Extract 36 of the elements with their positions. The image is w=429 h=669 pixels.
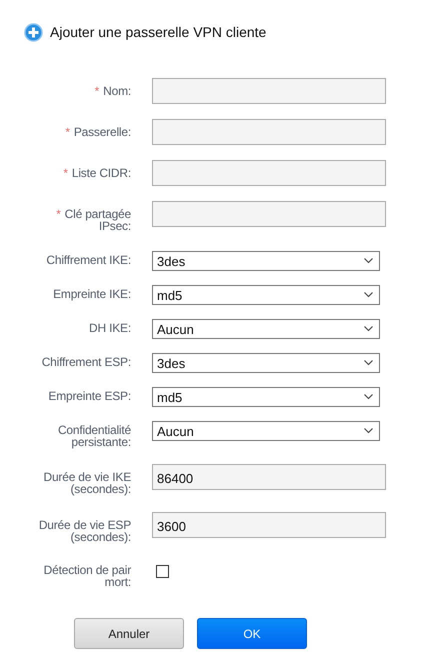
cancel-button[interactable]: Annuler bbox=[74, 618, 184, 649]
field-label: Durée de vie ESP (secondes): bbox=[38, 519, 131, 543]
field-label: Empreinte IKE: bbox=[53, 288, 131, 300]
dropdown[interactable]: 3des bbox=[152, 353, 380, 373]
ok-button[interactable]: OK bbox=[197, 618, 307, 649]
chevron-down-icon bbox=[364, 258, 373, 264]
field-label: Détection de pair mort: bbox=[42, 564, 131, 588]
chevron-down-icon bbox=[364, 394, 373, 400]
dialog-title: Ajouter une passerelle VPN cliente bbox=[50, 24, 266, 40]
field-label: Chiffrement IKE: bbox=[46, 254, 131, 266]
text-field[interactable]: 86400 bbox=[152, 464, 386, 490]
text-field[interactable] bbox=[152, 201, 386, 227]
chevron-down-icon bbox=[364, 360, 373, 366]
add-icon bbox=[24, 22, 43, 42]
field-label: DH IKE: bbox=[89, 322, 131, 334]
checkbox[interactable] bbox=[156, 565, 169, 578]
dropdown[interactable]: Aucun bbox=[152, 421, 380, 441]
field-label: Confidentialité persistante: bbox=[56, 424, 131, 448]
chevron-down-icon bbox=[364, 428, 373, 434]
field-label: * Liste CIDR: bbox=[63, 167, 131, 179]
text-field[interactable] bbox=[152, 78, 386, 104]
field-label: Empreinte ESP: bbox=[48, 390, 131, 402]
field-label: * Passerelle: bbox=[65, 126, 131, 138]
chevron-down-icon bbox=[364, 326, 373, 332]
dropdown[interactable]: md5 bbox=[152, 387, 380, 407]
text-field[interactable]: 3600 bbox=[152, 512, 386, 538]
dropdown[interactable]: 3des bbox=[152, 251, 380, 271]
field-label: * Clé partagée IPsec: bbox=[55, 208, 131, 232]
chevron-down-icon bbox=[364, 292, 373, 298]
text-field[interactable] bbox=[152, 160, 386, 186]
field-label: Chiffrement ESP: bbox=[42, 356, 131, 368]
dropdown[interactable]: md5 bbox=[152, 285, 380, 305]
field-label: Durée de vie IKE (secondes): bbox=[42, 471, 131, 495]
field-label: * Nom: bbox=[94, 85, 131, 97]
dropdown[interactable]: Aucun bbox=[152, 319, 380, 339]
text-field[interactable] bbox=[152, 119, 386, 145]
